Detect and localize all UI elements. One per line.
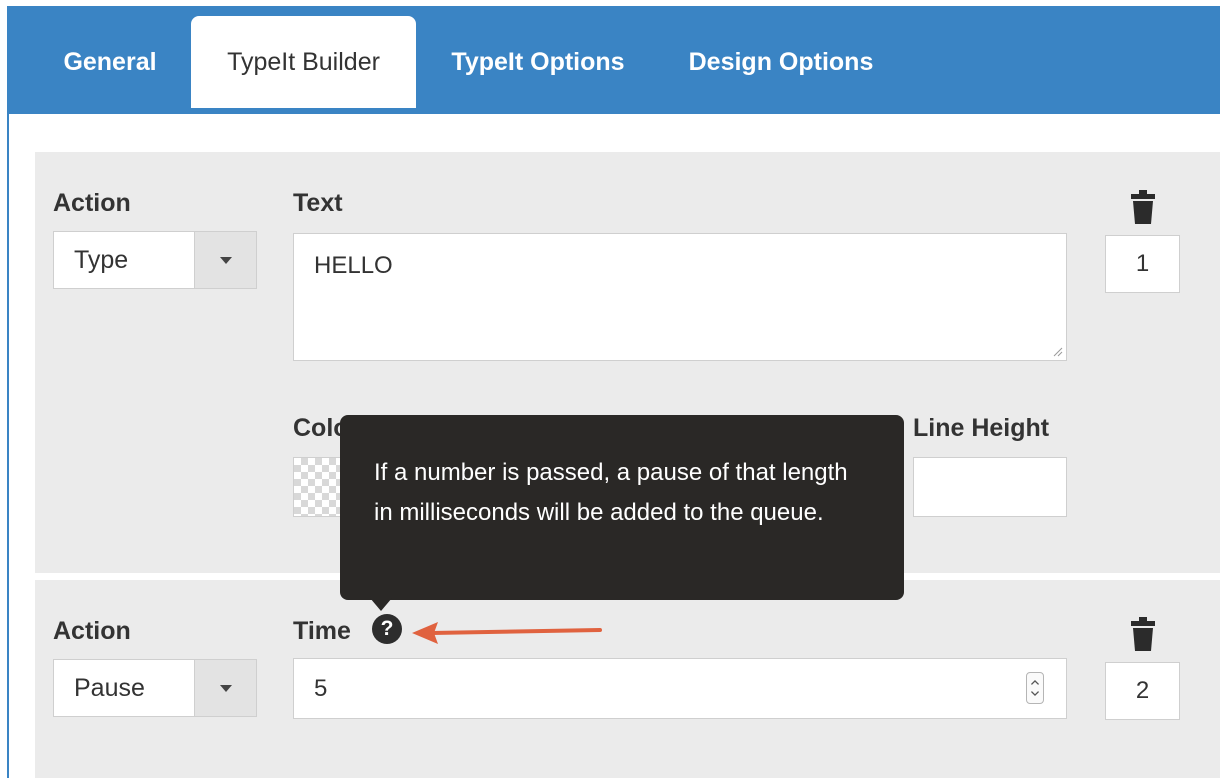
time-label: Time bbox=[293, 617, 351, 645]
resize-handle-icon[interactable] bbox=[1053, 347, 1063, 357]
action-select-value: Pause bbox=[74, 673, 145, 702]
help-icon[interactable]: ? bbox=[372, 614, 402, 644]
annotation-arrow-icon bbox=[412, 622, 602, 644]
tab-general[interactable]: General bbox=[46, 16, 174, 108]
line-height-input[interactable] bbox=[913, 457, 1067, 517]
action-label: Action bbox=[53, 617, 131, 645]
tab-typeit-builder[interactable]: TypeIt Builder bbox=[191, 16, 416, 108]
line-height-label: Line Height bbox=[913, 414, 1050, 442]
action-label: Action bbox=[53, 189, 131, 217]
tab-design-options[interactable]: Design Options bbox=[672, 16, 890, 108]
tab-typeit-options[interactable]: TypeIt Options bbox=[434, 16, 642, 108]
action-select-value: Type bbox=[74, 245, 129, 274]
time-input-value: 5 bbox=[314, 674, 328, 702]
content-border bbox=[7, 114, 9, 778]
time-input[interactable]: 5 bbox=[293, 658, 1067, 719]
text-input-value: HELLO bbox=[314, 252, 393, 279]
chevron-down-icon bbox=[194, 232, 256, 288]
chevron-down-icon bbox=[194, 660, 256, 716]
trash-icon[interactable] bbox=[1130, 617, 1156, 651]
action-select[interactable]: Type bbox=[53, 231, 257, 289]
step-order-input[interactable]: 2 bbox=[1105, 662, 1180, 720]
help-tooltip: If a number is passed, a pause of that l… bbox=[340, 415, 904, 600]
tooltip-text: If a number is passed, a pause of that l… bbox=[374, 459, 848, 526]
tooltip-pointer bbox=[370, 598, 392, 611]
action-select[interactable]: Pause bbox=[53, 659, 257, 717]
number-spinner-icon[interactable] bbox=[1026, 672, 1044, 704]
text-input[interactable]: HELLO bbox=[293, 233, 1067, 361]
text-label: Text bbox=[293, 189, 343, 217]
trash-icon[interactable] bbox=[1130, 190, 1156, 224]
step-order-input[interactable]: 1 bbox=[1105, 235, 1180, 293]
